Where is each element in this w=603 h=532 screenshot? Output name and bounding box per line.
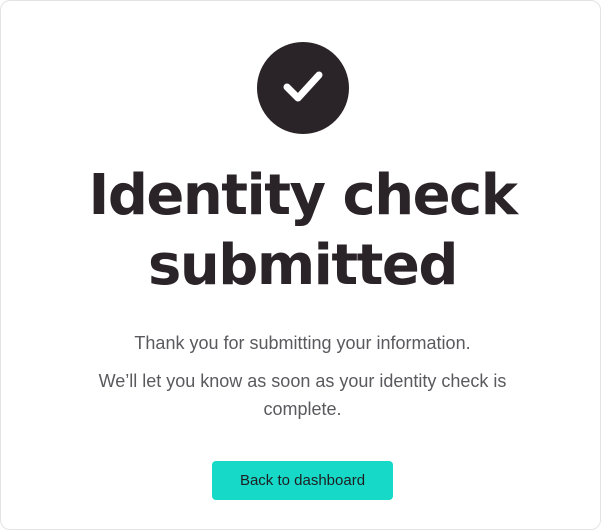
thanks-message: Thank you for submitting your informatio…: [134, 333, 471, 353]
notice-message: We’ll let you know as soon as your ident…: [98, 371, 507, 419]
title-line-1: Identity check: [88, 163, 518, 228]
confirmation-card: Identity check submitted Thank you for s…: [0, 0, 601, 530]
check-icon: [281, 64, 325, 113]
page-title: Identity check submitted: [1, 161, 603, 301]
title-line-2: submitted: [148, 233, 458, 298]
success-badge: [257, 42, 349, 134]
back-to-dashboard-button[interactable]: Back to dashboard: [212, 461, 393, 500]
